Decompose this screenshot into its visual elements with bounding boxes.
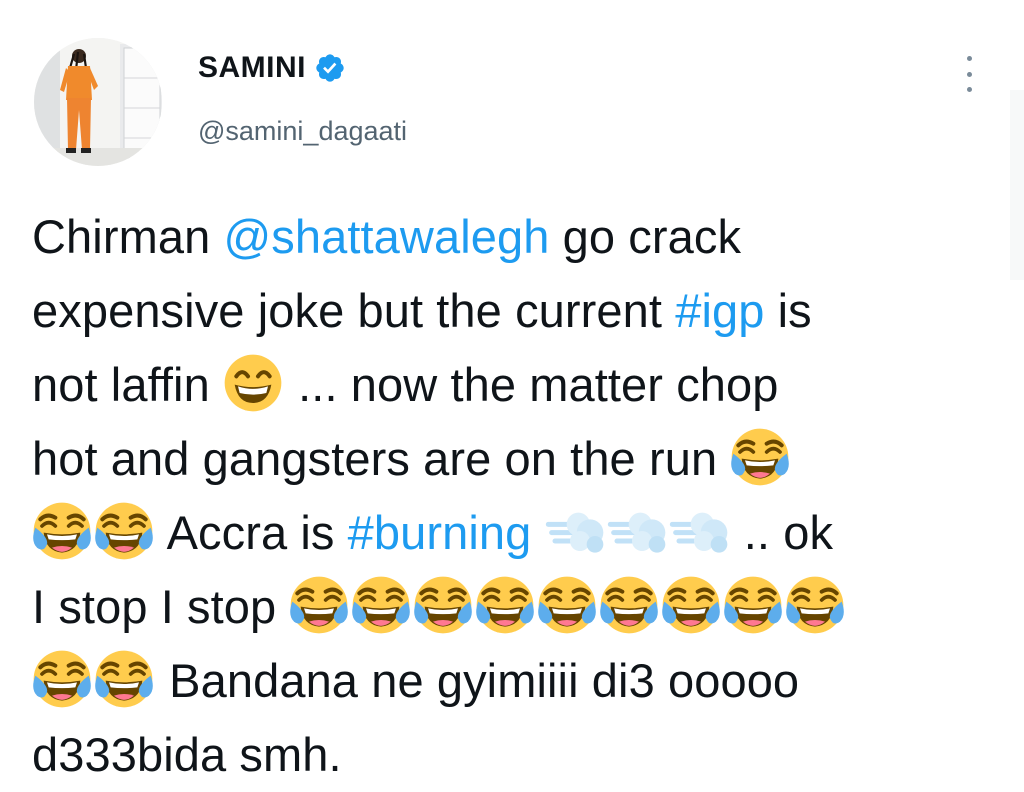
more-options-button[interactable] xyxy=(959,56,979,92)
author-names: SAMINI @samini_dagaati xyxy=(198,48,407,147)
tears-of-joy-emoji-icon xyxy=(32,649,92,709)
tears-of-joy-emoji-icon xyxy=(599,575,659,635)
more-vertical-icon-dot xyxy=(966,87,972,92)
more-vertical-icon xyxy=(966,56,972,61)
text-segment: not laffin xyxy=(32,358,223,411)
tears-of-joy-emoji-icon xyxy=(289,575,349,635)
tweet-header: SAMINI @samini_dagaati xyxy=(34,38,994,168)
author-display-name[interactable]: SAMINI xyxy=(198,51,306,85)
tears-of-joy-emoji-icon xyxy=(413,575,473,635)
tweet-card: SAMINI @samini_dagaati Chirman @shattawa… xyxy=(0,0,1024,781)
text-segment: hot and gangsters are on the run xyxy=(32,432,731,485)
tweet-line: d333bida smh. xyxy=(32,718,1007,792)
avatar-photo-icon xyxy=(34,38,162,166)
tears-of-joy-emoji-icon xyxy=(475,575,535,635)
dashing-away-emoji-icon xyxy=(545,501,605,561)
tears-of-joy-emoji-icon xyxy=(351,575,411,635)
tears-of-joy-emoji-icon xyxy=(32,501,92,561)
tears-of-joy-emoji-icon xyxy=(723,575,783,635)
text-segment: expensive joke but the current xyxy=(32,284,676,337)
tweet-text: Chirman @shattawalegh go crack expensive… xyxy=(32,200,1007,792)
text-segment: is xyxy=(764,284,812,337)
text-segment: Bandana ne gyimiiii di3 ooooo xyxy=(156,654,800,707)
mention-link[interactable]: @shattawalegh xyxy=(223,210,549,263)
more-vertical-icon-dot xyxy=(966,71,972,77)
tweet-line: Chirman @shattawalegh go crack xyxy=(32,200,1007,274)
text-segment: d333bida smh. xyxy=(32,728,342,781)
text-segment: go crack xyxy=(549,210,742,263)
tweet-line: I stop I stop xyxy=(32,570,1007,644)
tears-of-joy-emoji-icon xyxy=(730,427,790,487)
dashing-away-emoji-icon xyxy=(669,501,729,561)
dashing-away-emoji-icon xyxy=(607,501,667,561)
display-name-row: SAMINI xyxy=(198,48,407,88)
tears-of-joy-emoji-icon xyxy=(94,501,154,561)
tears-of-joy-emoji-icon xyxy=(537,575,597,635)
author-handle[interactable]: @samini_dagaati xyxy=(198,116,407,147)
right-edge-divider xyxy=(1010,90,1024,280)
text-segment: I stop I stop xyxy=(32,580,290,633)
hashtag-link[interactable]: #igp xyxy=(675,284,764,337)
hashtag-link[interactable]: #burning xyxy=(348,506,532,559)
tweet-line: not laffin ... now the matter chop xyxy=(32,348,1007,422)
text-segment: Accra is xyxy=(156,506,348,559)
tweet-line: Accra is #burning .. ok xyxy=(32,496,1007,570)
text-segment: Chirman xyxy=(32,210,224,263)
tweet-line: Bandana ne gyimiiii di3 ooooo xyxy=(32,644,1007,718)
tweet-line: expensive joke but the current #igp is xyxy=(32,274,1007,348)
author-avatar[interactable] xyxy=(34,38,162,166)
text-segment: ... now the matter chop xyxy=(284,358,779,411)
tweet-line: hot and gangsters are on the run xyxy=(32,422,1007,496)
grinning-face-emoji-icon xyxy=(223,353,283,413)
tears-of-joy-emoji-icon xyxy=(661,575,721,635)
tears-of-joy-emoji-icon xyxy=(94,649,154,709)
tears-of-joy-emoji-icon xyxy=(785,575,845,635)
verified-badge-icon xyxy=(314,52,346,84)
text-segment: .. ok xyxy=(730,506,834,559)
